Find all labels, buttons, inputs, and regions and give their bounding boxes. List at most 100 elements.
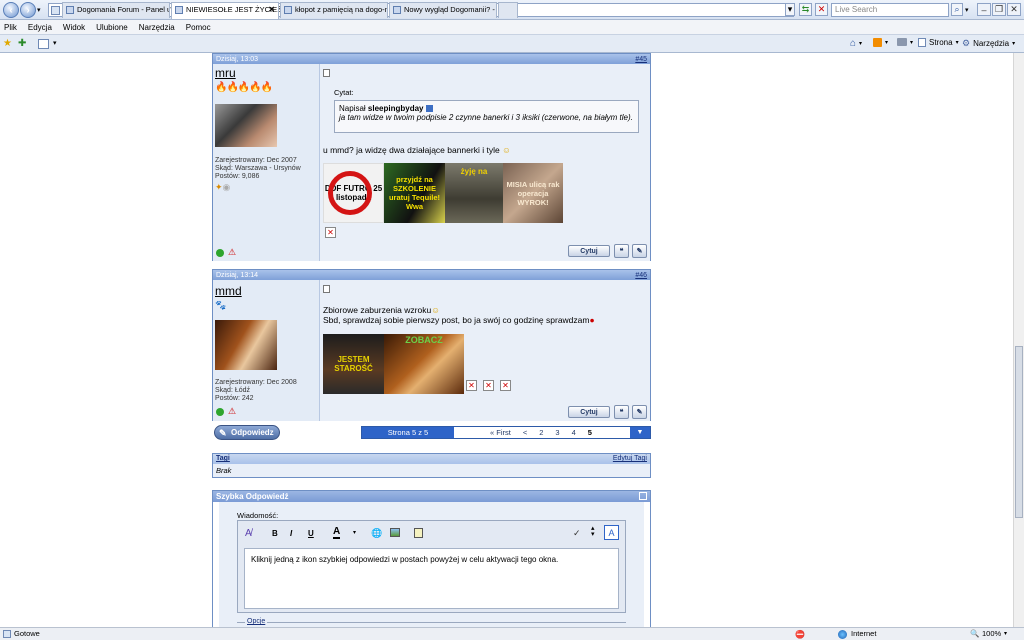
tools-menu[interactable]: ⚙ Narzędzia ▾ <box>962 38 1015 49</box>
tab-label: kłopot z pamięcią na dogo-ni... <box>295 5 388 14</box>
status-bar: Gotowe ⛔ Internet 🔍 100% ▾ <box>0 627 1024 640</box>
switch-editor-mode-icon[interactable]: A <box>604 525 619 540</box>
tags-value: Brak <box>216 466 232 475</box>
scrollbar-thumb[interactable] <box>1015 346 1023 518</box>
quick-tabs-icon[interactable] <box>38 39 49 49</box>
stop-icon[interactable]: ✕ <box>815 3 828 16</box>
post-message-line2: Sbd, sprawdzaj sobie pierwszy post, bo j… <box>323 315 595 325</box>
italic-button[interactable]: I <box>290 529 292 538</box>
search-input[interactable]: Live Search <box>831 3 949 17</box>
home-icon[interactable]: ⌂ ▾ <box>850 38 862 49</box>
menu-help[interactable]: Pomoc <box>186 23 211 32</box>
menu-file[interactable]: Plik <box>4 23 17 32</box>
smiley-icon: ☺ <box>502 145 511 155</box>
restore-button[interactable]: ❐ <box>992 3 1006 16</box>
broken-image-icon: ✕ <box>325 227 336 238</box>
close-tab-icon[interactable]: ✕ <box>268 3 275 17</box>
no-sign-icon <box>328 171 372 215</box>
message-label: Wiadomość: <box>237 511 279 520</box>
tab-niewiesole[interactable]: NIEWIESOŁE JEST ŻYCIE... ✕ <box>171 2 279 19</box>
zoom-level[interactable]: 100% <box>982 628 1001 640</box>
view-post-icon[interactable] <box>425 105 433 113</box>
report-icon[interactable]: ⚠ <box>228 247 236 258</box>
history-dropdown-icon[interactable]: ▾ <box>37 6 41 14</box>
options-label[interactable]: Opcje <box>245 618 268 625</box>
forward-button[interactable]: › <box>20 2 36 18</box>
font-color-button[interactable]: A <box>333 527 341 539</box>
remove-format-icon[interactable]: A̸ <box>245 528 252 539</box>
collapse-icon[interactable] <box>639 492 647 500</box>
banner-misia[interactable]: MISIA ulicą rak operacja WYROK! <box>503 163 563 223</box>
pager-first[interactable]: « First <box>484 428 517 437</box>
post-message-text: u mmd? ja widzę dwa działające bannerki … <box>323 145 500 155</box>
menu-favorites[interactable]: Ulubione <box>96 23 128 32</box>
favorites-star-icon[interactable]: ★ <box>3 38 12 49</box>
quote-button[interactable]: Cytuj <box>568 406 610 418</box>
reply-icon: ✎ <box>219 428 227 438</box>
add-favorites-icon[interactable]: ✚ <box>18 38 26 49</box>
quote-label: Cytat: <box>334 88 354 97</box>
quick-reply-icon[interactable]: ✎ <box>632 405 647 419</box>
spellcheck-icon[interactable]: ✓ <box>573 528 581 539</box>
zoom-dropdown-icon[interactable]: ▾ <box>1004 628 1007 640</box>
pager-page-3[interactable]: 3 <box>549 428 565 437</box>
menu-view[interactable]: Widok <box>63 23 85 32</box>
reply-button[interactable]: ✎ Odpowiedz <box>214 425 280 440</box>
menu-edit[interactable]: Edycja <box>28 23 52 32</box>
security-zone-text: Internet <box>851 629 877 638</box>
menu-bar: Plik Edycja Widok Ulubione Narzędzia Pom… <box>0 20 1024 35</box>
underline-button[interactable]: U <box>308 529 314 538</box>
post-number-link[interactable]: #46 <box>635 272 647 279</box>
quote-button-label: Cytuj <box>580 247 598 255</box>
quick-reply-title: Szybka Odpowiedź <box>216 492 289 501</box>
quick-reply-icon[interactable]: ✎ <box>632 244 647 258</box>
user-registered: Zarejestrowany: Dec 2007 <box>215 157 297 164</box>
menu-tools[interactable]: Narzędzia <box>139 23 175 32</box>
back-button[interactable]: ‹ <box>3 2 19 18</box>
minimize-button[interactable]: – <box>977 3 991 16</box>
banner-zobacz[interactable]: ZOBACZ <box>384 334 464 394</box>
font-color-dropdown-icon[interactable]: ▾ <box>353 529 356 536</box>
tab-dogomania-panel[interactable]: Dogomania Forum - Panel uż... <box>62 2 170 18</box>
quote-button-label: Cytuj <box>580 408 598 416</box>
message-textarea[interactable]: Kliknij jedną z ikon szybkiej odpowiedzi… <box>244 548 619 609</box>
multi-quote-icon[interactable]: ❝ <box>614 405 629 419</box>
report-icon[interactable]: ⚠ <box>228 406 236 417</box>
insert-link-icon[interactable]: 🌐 <box>371 528 382 539</box>
pager-page-4[interactable]: 4 <box>566 428 582 437</box>
close-window-button[interactable]: ✕ <box>1007 3 1021 16</box>
popup-blocked-icon[interactable]: ⛔ <box>795 629 805 640</box>
tab-nowy-wyglad[interactable]: Nowy wygląd Dogomanii? - S... <box>389 2 497 18</box>
quote-button[interactable]: Cytuj <box>568 245 610 257</box>
username-link[interactable]: mru <box>215 66 236 80</box>
tags-box: Tagi Edytuj Tagi Brak <box>212 453 651 478</box>
banner-jestem[interactable]: JESTEM STAROŚĆ <box>323 334 384 394</box>
insert-quote-icon[interactable] <box>414 528 423 538</box>
page-viewport: Dzisiaj, 13:03 #45 mru 🔥🔥🔥🔥🔥 Zarejestrow… <box>0 53 1013 627</box>
search-icon[interactable]: ⌕ <box>951 3 963 16</box>
search-options-icon[interactable]: ▾ <box>965 6 969 14</box>
pager-page-2[interactable]: 2 <box>533 428 549 437</box>
banner-zyje[interactable]: żyję na <box>445 163 503 223</box>
compatibility-icon[interactable]: ⇆ <box>799 3 812 16</box>
insert-image-icon[interactable] <box>390 528 400 537</box>
post-number-link[interactable]: #45 <box>635 56 647 63</box>
edit-tags-link[interactable]: Edytuj Tagi <box>613 454 647 464</box>
vertical-scrollbar[interactable] <box>1013 53 1024 627</box>
url-dropdown-icon[interactable]: ▾ <box>785 3 795 16</box>
feeds-icon[interactable]: ▾ <box>873 38 888 47</box>
tags-title[interactable]: Tagi <box>216 454 230 464</box>
quote-author-prefix: Napisał <box>339 104 366 113</box>
tab-klopot[interactable]: kłopot z pamięcią na dogo-ni... <box>280 2 388 18</box>
username-link[interactable]: mmd <box>215 284 242 298</box>
bold-button[interactable]: B <box>272 529 278 538</box>
page-menu[interactable]: Strona ▾ <box>918 38 959 47</box>
multi-quote-icon[interactable]: ❝ <box>614 244 629 258</box>
tab-list-icon[interactable]: ▾ <box>53 39 57 47</box>
print-icon[interactable]: ▾ <box>897 38 913 46</box>
banner-szkolenie[interactable]: przyjdź na SZKOLENIE uratuj Tequile! Wwa <box>384 163 445 223</box>
pager-prev[interactable]: < <box>517 428 533 437</box>
new-tab-button[interactable] <box>498 2 518 18</box>
pager-menu-icon[interactable]: ▼ <box>630 427 650 438</box>
resize-icon[interactable]: ▴ ▾ <box>591 525 595 538</box>
